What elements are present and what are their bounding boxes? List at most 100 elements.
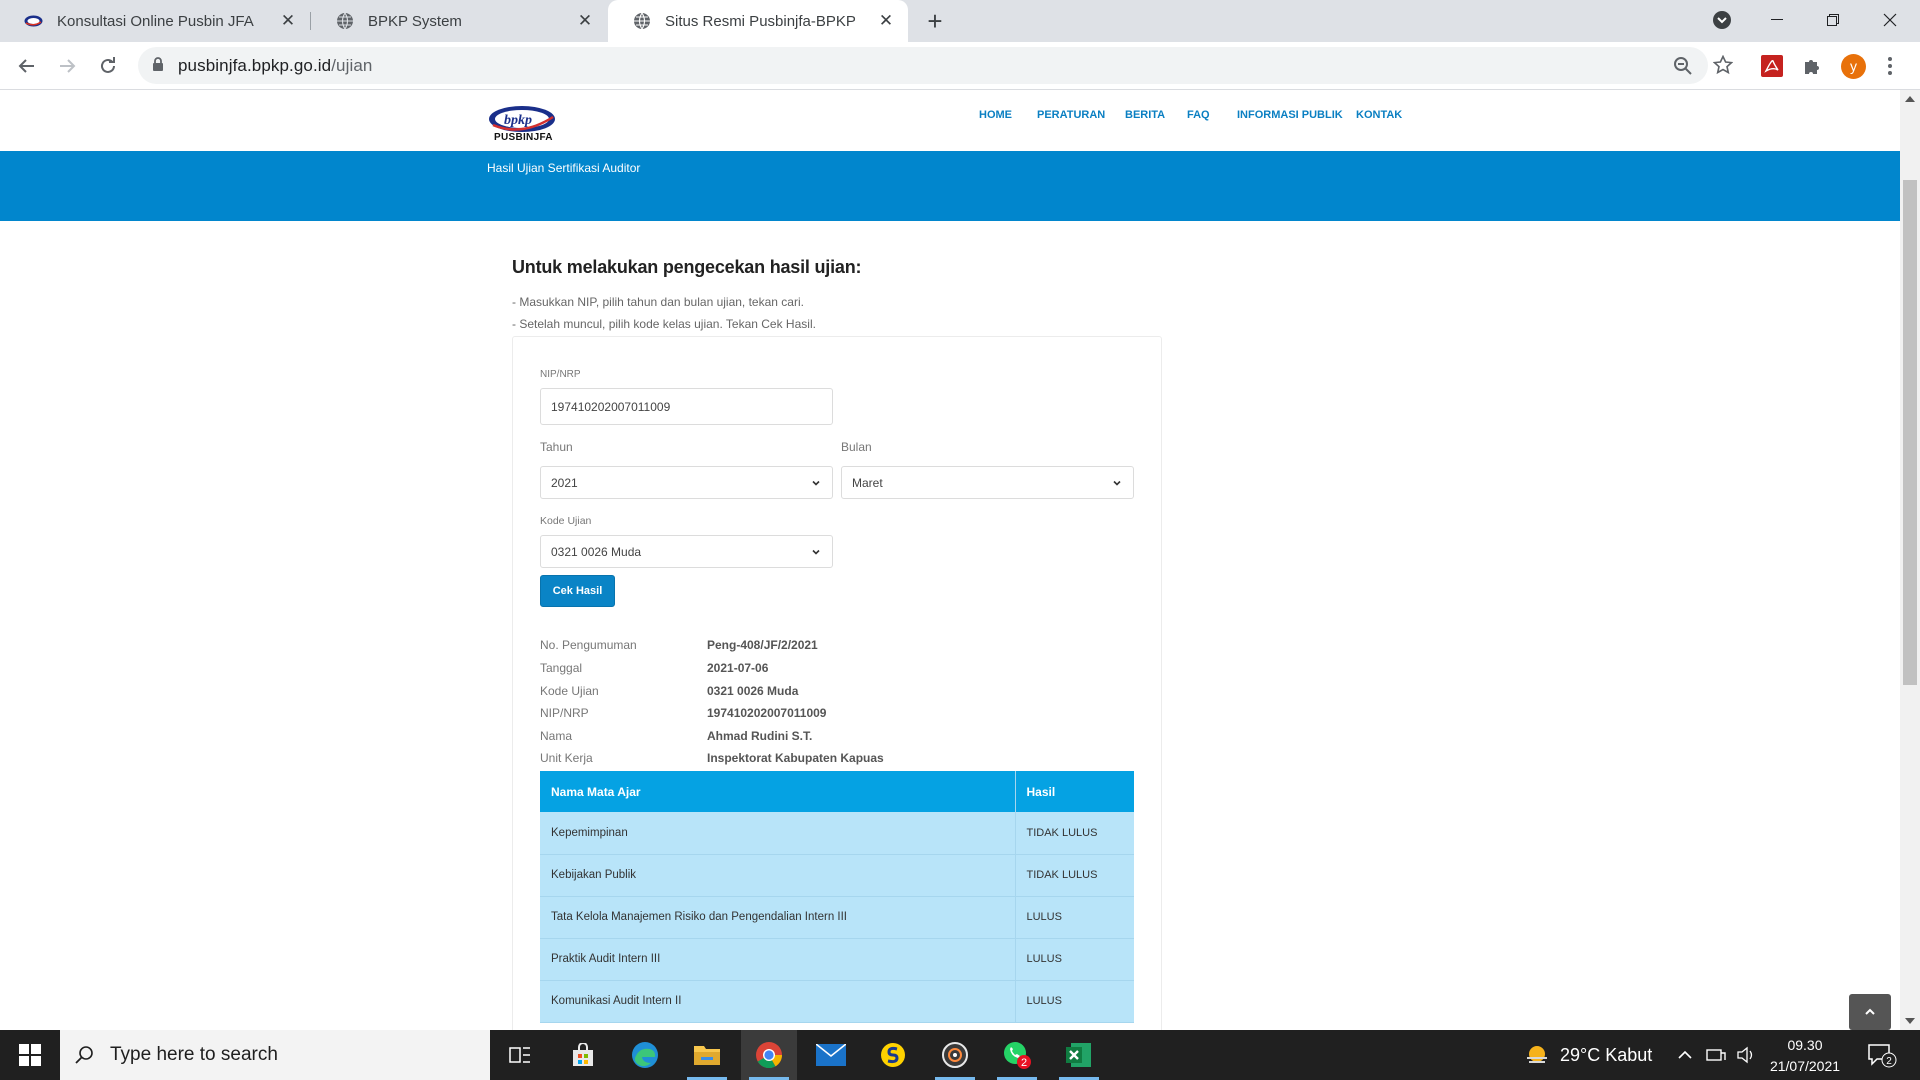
notification-center-icon[interactable]: 2 xyxy=(1867,1030,1897,1080)
edge-browser-icon[interactable] xyxy=(617,1030,673,1080)
nav-informasi-publik[interactable]: INFORMASI PUBLIK xyxy=(1237,109,1343,121)
cek-hasil-button[interactable]: Cek Hasil xyxy=(540,575,615,607)
nav-berita[interactable]: BERITA xyxy=(1125,109,1165,121)
hasil-cell: TIDAK LULUS xyxy=(1015,812,1134,855)
pdf-extension-icon[interactable] xyxy=(1760,54,1784,78)
tab-close-icon[interactable]: ✕ xyxy=(575,11,595,31)
mail-icon[interactable] xyxy=(803,1030,859,1080)
nav-kontak[interactable]: KONTAK xyxy=(1356,109,1402,121)
kode-ujian-select-value: 0321 0026 Muda xyxy=(551,544,642,559)
table-row: Kepemimpinan TIDAK LULUS xyxy=(540,812,1134,855)
windows-taskbar: Type here to search 2 29°C Kabut 09.30 2… xyxy=(0,1030,1920,1080)
url-host: pusbinjfa.bpkp.go.id xyxy=(178,56,332,75)
tab-close-icon[interactable]: ✕ xyxy=(876,11,896,31)
scroll-down-arrow-icon[interactable] xyxy=(1905,1018,1915,1024)
tahun-select[interactable]: 2021 xyxy=(540,466,833,499)
nav-faq[interactable]: FAQ xyxy=(1187,109,1210,121)
system-clock[interactable]: 09.30 21/07/2021 xyxy=(1765,1035,1845,1077)
tab-search-button[interactable] xyxy=(1699,0,1745,40)
extensions-puzzle-icon[interactable] xyxy=(1800,54,1824,78)
info-value: 197410202007011009 xyxy=(707,706,827,720)
back-arrow-icon[interactable] xyxy=(13,52,41,80)
close-window-icon[interactable] xyxy=(1867,0,1913,40)
volume-icon[interactable] xyxy=(1736,1030,1756,1080)
excel-icon[interactable] xyxy=(1051,1030,1107,1080)
scroll-up-arrow-icon[interactable] xyxy=(1905,96,1915,102)
info-value: 0321 0026 Muda xyxy=(707,684,799,698)
info-value: Peng-408/JF/2/2021 xyxy=(707,638,818,652)
scrollbar-thumb[interactable] xyxy=(1903,180,1917,685)
info-label: Kode Ujian xyxy=(540,684,599,698)
tab-pusbinjfa[interactable]: Situs Resmi Pusbinjfa-BPKP ✕ xyxy=(608,0,908,42)
nav-home[interactable]: HOME xyxy=(979,109,1012,121)
bulan-select[interactable]: Maret xyxy=(841,466,1134,499)
nip-input[interactable]: 197410202007011009 xyxy=(540,388,833,425)
tab-konsultasi[interactable]: Konsultasi Online Pusbin JFA ✕ xyxy=(0,0,310,42)
task-view-icon[interactable] xyxy=(492,1030,548,1080)
table-header-row: Nama Mata Ajar Hasil xyxy=(540,771,1134,812)
tab-title: Situs Resmi Pusbinjfa-BPKP xyxy=(665,12,856,30)
tahun-label: Tahun xyxy=(540,440,573,454)
profile-avatar[interactable]: y xyxy=(1841,54,1866,79)
kode-ujian-select[interactable]: 0321 0026 Muda xyxy=(540,535,833,568)
zoom-icon[interactable] xyxy=(1673,56,1693,76)
table-row: Komunikasi Audit Intern II LULUS xyxy=(540,980,1134,1023)
tab-bpkp-system[interactable]: BPKP System ✕ xyxy=(311,0,607,42)
tray-overflow-icon[interactable] xyxy=(1677,1030,1693,1080)
mata-ajar-cell: Kepemimpinan xyxy=(540,812,1016,855)
mata-ajar-cell: Kebijakan Publik xyxy=(540,854,1016,897)
table-row: Tata Kelola Manajemen Risiko dan Pengend… xyxy=(540,896,1134,939)
page-scrollbar[interactable] xyxy=(1900,90,1920,1030)
chrome-icon[interactable] xyxy=(741,1030,797,1080)
info-label: No. Pengumuman xyxy=(540,638,637,652)
tahun-select-value: 2021 xyxy=(551,475,578,490)
clock-date: 21/07/2021 xyxy=(1769,1058,1841,1074)
url-text: pusbinjfa.bpkp.go.id/ujian xyxy=(178,56,372,76)
site-header: bpkp PUSBINJFA HOME PERATURAN BERITA FAQ… xyxy=(0,90,1900,151)
address-bar[interactable]: pusbinjfa.bpkp.go.id/ujian xyxy=(138,47,1708,84)
taskbar-search-box[interactable]: Type here to search xyxy=(60,1030,490,1080)
weather-text: 29°C Kabut xyxy=(1560,1044,1653,1065)
chevron-down-icon xyxy=(1113,480,1121,486)
nav-peraturan[interactable]: PERATURAN xyxy=(1037,109,1105,121)
instruction-line: - Setelah muncul, pilih kode kelas ujian… xyxy=(512,317,816,331)
bulan-label: Bulan xyxy=(841,440,872,454)
minimize-icon[interactable] xyxy=(1754,0,1800,40)
notification-count: 2 xyxy=(1886,1056,1892,1067)
page-banner: Hasil Ujian Sertifikasi Auditor xyxy=(0,151,1900,221)
bookmark-star-icon[interactable] xyxy=(1712,54,1734,75)
hasil-cell: LULUS xyxy=(1015,896,1134,939)
nip-label: NIP/NRP xyxy=(540,369,581,380)
browser-tab-strip: Konsultasi Online Pusbin JFA ✕ BPKP Syst… xyxy=(0,0,1920,42)
chevron-up-icon xyxy=(1865,1008,1875,1015)
globe-icon xyxy=(335,12,354,31)
chevron-down-icon xyxy=(812,549,820,555)
weather-widget[interactable]: 29°C Kabut xyxy=(1524,1030,1652,1080)
browser-toolbar: pusbinjfa.bpkp.go.id/ujian y xyxy=(0,42,1920,90)
browser-menu-icon[interactable] xyxy=(1885,54,1895,78)
forward-arrow-icon[interactable] xyxy=(53,52,81,80)
search-icon xyxy=(75,1046,93,1064)
tab-title: Konsultasi Online Pusbin JFA xyxy=(57,12,254,30)
file-explorer-icon[interactable] xyxy=(679,1030,735,1080)
page-title: Untuk melakukan pengecekan hasil ujian: xyxy=(512,257,862,277)
chevron-down-icon xyxy=(812,480,820,486)
tab-close-icon[interactable]: ✕ xyxy=(278,11,298,31)
hasil-cell: LULUS xyxy=(1015,938,1134,981)
nip-input-value: 197410202007011009 xyxy=(551,399,671,414)
app-s-icon[interactable] xyxy=(865,1030,921,1080)
media-player-icon[interactable] xyxy=(927,1030,983,1080)
whatsapp-badge: 2 xyxy=(1021,1057,1027,1069)
network-icon[interactable] xyxy=(1706,1030,1726,1080)
info-label: Tanggal xyxy=(540,661,583,675)
store-icon[interactable] xyxy=(555,1030,611,1080)
page-viewport: bpkp PUSBINJFA HOME PERATURAN BERITA FAQ… xyxy=(0,90,1920,1030)
new-tab-button[interactable]: + xyxy=(921,8,949,36)
scroll-to-top-button[interactable] xyxy=(1849,994,1891,1030)
reload-icon[interactable] xyxy=(94,52,122,80)
windows-start-icon[interactable] xyxy=(0,1030,60,1080)
info-value: Inspektorat Kabupaten Kapuas xyxy=(707,751,884,765)
whatsapp-icon[interactable]: 2 xyxy=(989,1030,1045,1080)
restore-icon[interactable] xyxy=(1810,0,1856,40)
logo-text: PUSBINJFA xyxy=(494,132,553,143)
